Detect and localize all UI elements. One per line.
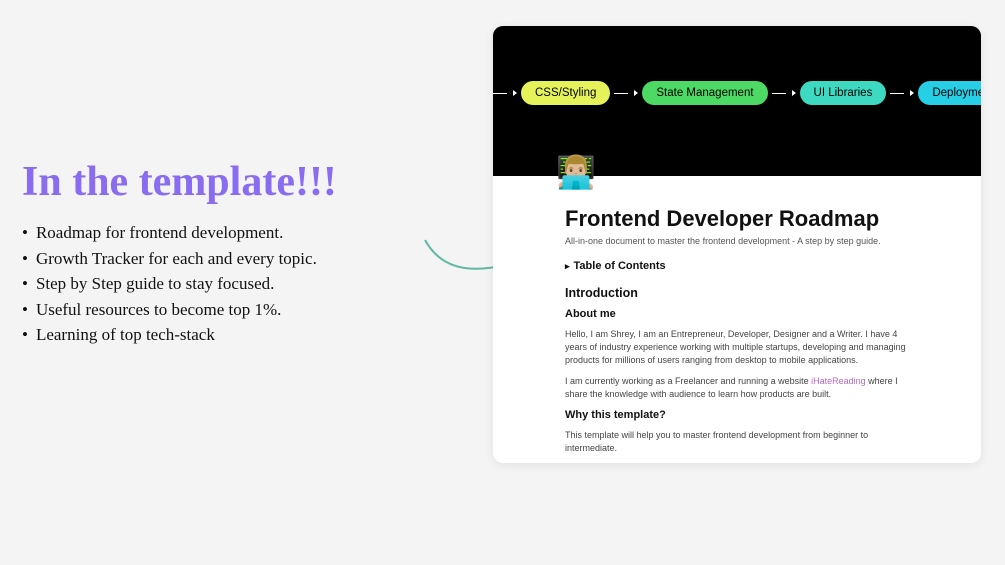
caret-right-icon: ▸: [565, 261, 570, 271]
list-item: Learning of top tech-stack: [22, 322, 442, 348]
list-item: Useful resources to become top 1%.: [22, 297, 442, 323]
flow-node-css: CSS/Styling: [521, 81, 610, 105]
promo-bullet-list: Roadmap for frontend development. Growth…: [22, 220, 442, 348]
heading-about-me: About me: [565, 308, 909, 320]
paragraph-about-2: I am currently working as a Freelancer a…: [565, 375, 909, 401]
left-column: In the template!!! Roadmap for frontend …: [22, 158, 442, 348]
text-span: I am currently working as a Freelancer a…: [565, 376, 811, 386]
toc-label: Table of Contents: [574, 260, 666, 272]
paragraph-about-1: Hello, I am Shrey, I am an Entrepreneur,…: [565, 328, 909, 367]
toc-toggle[interactable]: ▸ Table of Contents: [565, 260, 909, 272]
flow-arrow-icon: [768, 90, 800, 96]
list-item: Growth Tracker for each and every topic.: [22, 246, 442, 272]
flow-node-deploy: Deployments: [918, 81, 981, 105]
document-body: Frontend Developer Roadmap All-in-one do…: [493, 176, 981, 463]
paragraph-why-1: This template will help you to master fr…: [565, 429, 909, 455]
page-title: Frontend Developer Roadmap: [565, 206, 909, 232]
page-subtitle: All-in-one document to master the fronte…: [565, 236, 909, 246]
flow-arrow-icon: [610, 90, 642, 96]
heading-why-template: Why this template?: [565, 409, 909, 421]
flow-arrow-icon: [493, 90, 521, 96]
list-item: Roadmap for frontend development.: [22, 220, 442, 246]
flow-node-ui: UI Libraries: [800, 81, 887, 105]
flow-arrow-icon: [886, 90, 918, 96]
promo-heading: In the template!!!: [22, 158, 442, 206]
flow-node-state: State Management: [642, 81, 767, 105]
ihatereading-link[interactable]: iHateReading: [811, 376, 866, 386]
list-item: Step by Step guide to stay focused.: [22, 271, 442, 297]
roadmap-flow: CSS/Styling State Management UI Librarie…: [493, 78, 981, 108]
template-preview-card: CSS/Styling State Management UI Librarie…: [493, 26, 981, 463]
page-emoji-icon: 👨🏼‍💻: [556, 156, 598, 198]
heading-introduction: Introduction: [565, 286, 909, 300]
